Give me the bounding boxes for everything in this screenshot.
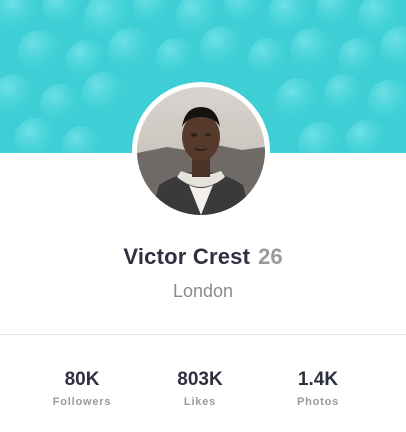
- stat-label: Photos: [296, 396, 340, 408]
- profile-location: London: [172, 281, 234, 301]
- stat-label: Likes: [183, 396, 217, 408]
- profile-name: Victor Crest: [123, 244, 251, 269]
- profile-age: 26: [258, 244, 283, 269]
- stat-value: 80K: [64, 369, 100, 390]
- stat-photos[interactable]: 1.4K Photos: [263, 368, 373, 408]
- profile-card: Victor Crest 26 London 80K Followers 803K…: [0, 0, 406, 432]
- avatar[interactable]: [137, 87, 265, 215]
- stat-value: 803K: [177, 369, 223, 390]
- avatar-photo: [137, 87, 265, 215]
- stat-value: 1.4K: [297, 369, 339, 390]
- stats-bar: 80K Followers 803K Likes 1.4K Photos: [0, 368, 406, 418]
- stat-label: Followers: [52, 396, 112, 408]
- divider: [0, 334, 406, 335]
- stat-followers[interactable]: 80K Followers: [27, 368, 137, 408]
- stat-likes[interactable]: 803K Likes: [145, 368, 255, 408]
- name-row: Victor Crest 26: [0, 244, 406, 270]
- avatar-frame: [132, 82, 270, 220]
